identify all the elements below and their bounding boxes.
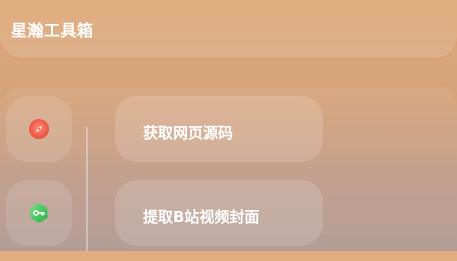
app-title: 星瀚工具箱 [11,21,94,40]
key-icon [30,203,48,223]
tool-card-web-source[interactable]: 获取网页源码 [115,96,323,162]
compass-icon [29,119,49,139]
tool-label-web-source: 获取网页源码 [143,124,234,142]
tool-label-bilibili-cover: 提取B站视频封面 [143,208,260,226]
app-header: 星瀚工具箱 [0,0,457,58]
tool-icon-tile-web-source[interactable] [6,96,72,162]
tool-list-divider [86,127,88,251]
tool-icon-tile-bilibili-cover[interactable] [6,180,72,246]
tool-card-bilibili-cover[interactable]: 提取B站视频封面 [115,180,323,246]
